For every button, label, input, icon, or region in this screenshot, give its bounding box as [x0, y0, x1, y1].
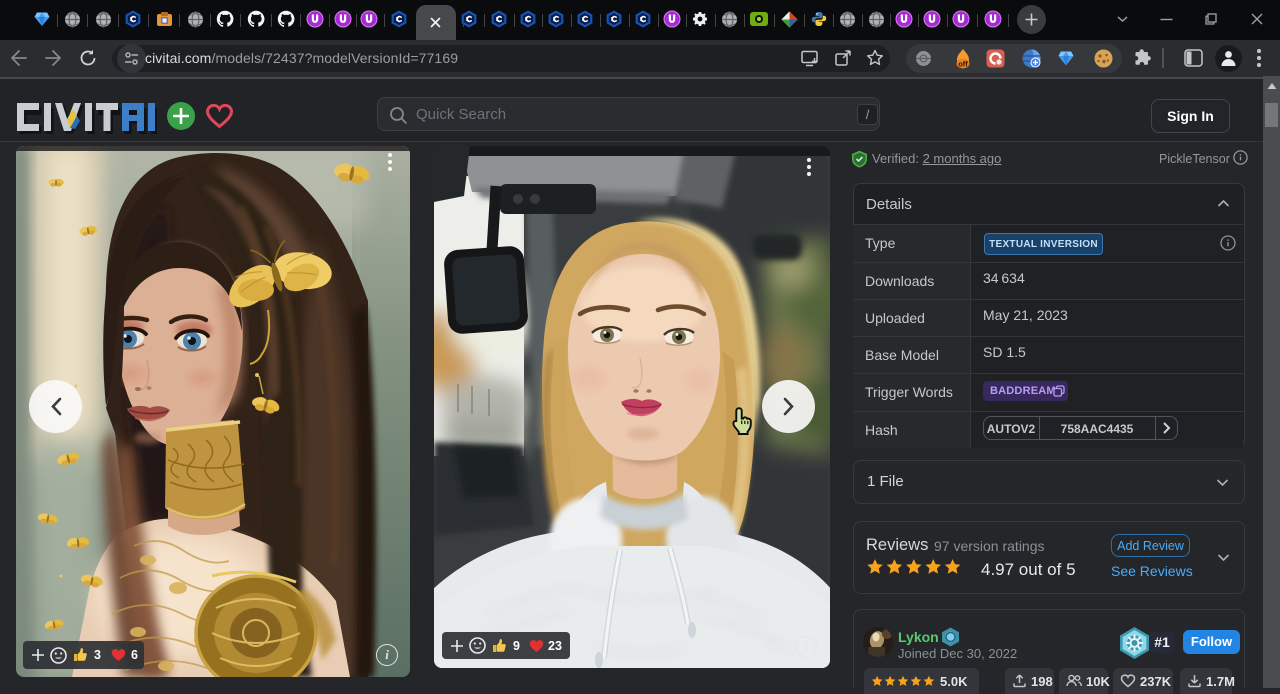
svg-text:off: off — [958, 60, 968, 69]
